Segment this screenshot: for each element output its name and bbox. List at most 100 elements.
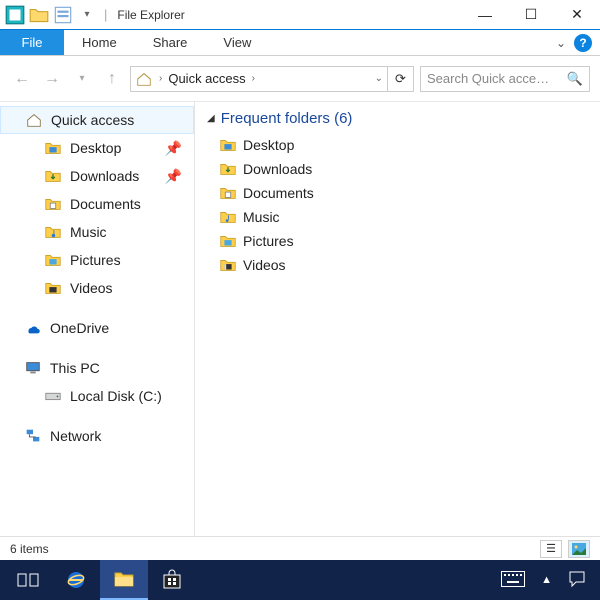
task-view-icon[interactable] — [4, 560, 52, 600]
title-bar: ▾ | File Explorer — ☐ ✕ — [0, 0, 600, 30]
sidebar-label: Music — [70, 224, 107, 240]
address-dropdown-icon[interactable]: ⌄ — [375, 73, 383, 84]
address-location: Quick access — [168, 71, 245, 86]
store-icon[interactable] — [148, 560, 196, 600]
group-label: Frequent folders (6) — [221, 110, 353, 127]
refresh-button[interactable]: ⟳ — [388, 66, 414, 92]
folder-icon — [219, 184, 237, 202]
home-icon — [25, 111, 43, 129]
search-icon: 🔍 — [567, 71, 583, 87]
disk-icon — [44, 387, 62, 405]
collapse-icon: ◢ — [207, 113, 215, 124]
up-button[interactable]: ↑ — [100, 67, 124, 91]
sidebar-item-videos[interactable]: Videos — [0, 274, 194, 302]
navigation-bar: ← → ▾ ↑ › Quick access › ⌄ ⟳ Search Quic… — [0, 56, 600, 102]
folder-label: Desktop — [243, 137, 294, 153]
folder-downloads[interactable]: Downloads — [207, 157, 588, 181]
sidebar-label: This PC — [50, 360, 100, 376]
view-large-icons-button[interactable] — [568, 540, 590, 558]
maximize-button[interactable]: ☐ — [508, 0, 554, 30]
file-explorer-icon[interactable] — [100, 560, 148, 600]
ie-icon[interactable] — [52, 560, 100, 600]
sidebar-label: OneDrive — [50, 320, 109, 336]
sidebar-label: Videos — [70, 280, 113, 296]
sidebar-label: Local Disk (C:) — [70, 388, 162, 404]
chevron-right-icon[interactable]: › — [159, 73, 162, 84]
sidebar-network[interactable]: Network — [0, 422, 194, 450]
tab-view[interactable]: View — [205, 30, 269, 55]
search-placeholder: Search Quick acce… — [427, 71, 549, 86]
status-text: 6 items — [10, 542, 49, 556]
qat-dropdown-icon[interactable]: ▾ — [76, 4, 98, 26]
sidebar-this-pc[interactable]: This PC — [0, 354, 194, 382]
forward-button[interactable]: → — [40, 67, 64, 91]
content-pane: ◢ Frequent folders (6) Desktop Downloads… — [195, 102, 600, 536]
folder-icon — [44, 223, 62, 241]
close-button[interactable]: ✕ — [554, 0, 600, 30]
sidebar-item-desktop[interactable]: Desktop 📌 — [0, 134, 194, 162]
home-icon — [135, 70, 153, 88]
network-icon — [24, 427, 42, 445]
sidebar-label: Desktop — [70, 140, 121, 156]
folder-icon — [44, 251, 62, 269]
help-icon[interactable]: ? — [574, 34, 592, 52]
sidebar-label: Downloads — [70, 168, 139, 184]
folder-icon — [219, 136, 237, 154]
pc-icon — [24, 359, 42, 377]
folder-label: Videos — [243, 257, 286, 273]
qat-properties-icon[interactable] — [52, 4, 74, 26]
title-separator: | — [104, 7, 107, 22]
folder-label: Pictures — [243, 233, 294, 249]
folder-icon — [44, 167, 62, 185]
sidebar-label: Network — [50, 428, 101, 444]
action-center-icon[interactable] — [568, 570, 586, 591]
folder-documents[interactable]: Documents — [207, 181, 588, 205]
sidebar-onedrive[interactable]: OneDrive — [0, 314, 194, 342]
view-details-button[interactable]: ☰ — [540, 540, 562, 558]
sidebar-item-pictures[interactable]: Pictures — [0, 246, 194, 274]
folder-icon — [219, 256, 237, 274]
folder-music[interactable]: Music — [207, 205, 588, 229]
tray-up-icon[interactable]: ▲ — [541, 574, 552, 586]
chevron-right-icon[interactable]: › — [252, 73, 255, 84]
folder-icon — [219, 232, 237, 250]
folder-icon — [44, 139, 62, 157]
onedrive-icon — [24, 319, 42, 337]
sidebar-item-documents[interactable]: Documents — [0, 190, 194, 218]
recent-locations-icon[interactable]: ▾ — [70, 67, 94, 91]
tab-home[interactable]: Home — [64, 30, 135, 55]
minimize-button[interactable]: — — [462, 0, 508, 30]
folder-pictures[interactable]: Pictures — [207, 229, 588, 253]
address-bar[interactable]: › Quick access › ⌄ — [130, 66, 388, 92]
folder-icon — [219, 208, 237, 226]
sidebar-label: Quick access — [51, 112, 134, 128]
folder-label: Music — [243, 209, 280, 225]
group-header[interactable]: ◢ Frequent folders (6) — [207, 110, 588, 127]
folder-label: Documents — [243, 185, 314, 201]
folder-icon — [219, 160, 237, 178]
sidebar-item-downloads[interactable]: Downloads 📌 — [0, 162, 194, 190]
navigation-pane: Quick access Desktop 📌 Downloads 📌 Docum… — [0, 102, 195, 536]
sidebar-label: Pictures — [70, 252, 121, 268]
pin-icon: 📌 — [165, 140, 182, 157]
ribbon-collapse-icon[interactable]: ⌄ — [556, 36, 566, 50]
pin-icon: 📌 — [165, 168, 182, 185]
keyboard-icon[interactable] — [501, 571, 525, 590]
back-button[interactable]: ← — [10, 67, 34, 91]
tab-share[interactable]: Share — [135, 30, 206, 55]
search-input[interactable]: Search Quick acce… 🔍 — [420, 66, 590, 92]
file-tab[interactable]: File — [0, 30, 64, 55]
sidebar-local-disk[interactable]: Local Disk (C:) — [0, 382, 194, 410]
folder-icon — [44, 195, 62, 213]
folder-desktop[interactable]: Desktop — [207, 133, 588, 157]
folder-icon — [44, 279, 62, 297]
qat-folder-icon[interactable] — [28, 4, 50, 26]
folder-videos[interactable]: Videos — [207, 253, 588, 277]
taskbar: ▲ — [0, 560, 600, 600]
sidebar-label: Documents — [70, 196, 141, 212]
folder-label: Downloads — [243, 161, 312, 177]
sidebar-item-music[interactable]: Music — [0, 218, 194, 246]
window-title: File Explorer — [117, 8, 184, 22]
sidebar-quick-access[interactable]: Quick access — [0, 106, 194, 134]
status-bar: 6 items ☰ — [0, 536, 600, 560]
